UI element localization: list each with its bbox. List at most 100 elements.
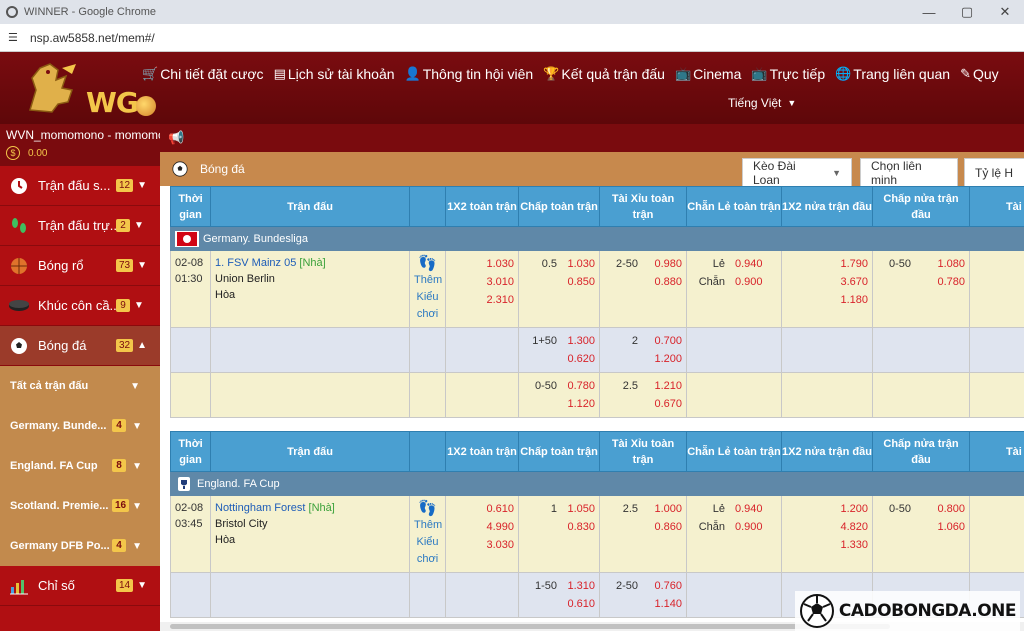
bundesliga-flag-icon: [175, 230, 199, 247]
draw-label: Hòa: [215, 534, 236, 546]
odds-value[interactable]: 0.900: [729, 518, 777, 536]
sport-title: Bóng đá: [172, 161, 245, 177]
more-markets-link[interactable]: 👣 Thêm Kiểu chơi: [409, 250, 446, 328]
select-league-button[interactable]: Chọn liên minh: [860, 158, 958, 187]
odds-table: Thời gian Trận đấu 1X2 toàn trận Chấp to…: [170, 186, 1024, 418]
odds-value[interactable]: 1.330: [786, 536, 868, 554]
odds-value[interactable]: 3.030: [450, 536, 514, 554]
maximize-button[interactable]: ▢: [948, 0, 986, 24]
chevron-down-icon: ▼: [787, 98, 797, 108]
minimize-button[interactable]: —: [910, 0, 948, 24]
odds-value[interactable]: 1.050: [561, 500, 595, 518]
table-header: Thời gian Trận đấu 1X2 toàn trận Chấp to…: [170, 186, 1024, 227]
col-time: Thời gian: [170, 431, 211, 472]
nav-rules[interactable]: ✎ Quy: [960, 66, 999, 82]
league-row[interactable]: Germany. Bundesliga: [170, 226, 1024, 251]
odds-value[interactable]: 3.670: [786, 273, 868, 291]
ratio-select[interactable]: Tỷ lệ H: [964, 158, 1024, 186]
odds-value[interactable]: 1.300: [561, 332, 595, 350]
address-bar[interactable]: ☰ nsp.aw5858.net/mem#/: [0, 24, 1024, 52]
odds-content: Thời gian Trận đấu 1X2 toàn trận Chấp to…: [160, 186, 1024, 622]
chevron-down-icon: ▼: [137, 580, 148, 591]
user-icon: 👤: [404, 66, 421, 81]
scrollbar-thumb[interactable]: [170, 624, 890, 629]
soccer-icon: [172, 161, 188, 177]
sub-item-germany-dfb-pokal[interactable]: Germany DFB Po... 4 ▼: [0, 526, 160, 566]
odds-value[interactable]: 0.800: [915, 500, 965, 518]
odds-value[interactable]: 1.000: [642, 500, 682, 518]
sidebar-item-upcoming[interactable]: Trận đấu s... 12 ▼: [0, 166, 160, 206]
odds-value[interactable]: 0.850: [561, 273, 595, 291]
sub-item-all-matches[interactable]: Tất cả trận đấu ▼: [0, 366, 160, 406]
col-handicap-full: Chấp toàn trận: [518, 186, 600, 227]
odds-value[interactable]: 4.990: [450, 518, 514, 536]
sidebar-item-index[interactable]: Chỉ số 14 ▼: [0, 566, 160, 606]
odds-value[interactable]: 0.760: [642, 577, 682, 595]
odds-value[interactable]: 0.610: [450, 500, 514, 518]
username: WVN_momomono - momomo: [6, 128, 160, 142]
odds-value[interactable]: 1.200: [642, 350, 682, 368]
sidebar-item-hockey[interactable]: Khúc côn cầ... 9 ▼: [0, 286, 160, 326]
url-text[interactable]: nsp.aw5858.net/mem#/: [30, 31, 155, 45]
hockey-icon: [8, 295, 30, 317]
col-1x2-half: 1X2 nửa trận đầu: [781, 186, 873, 227]
odds-value[interactable]: 0.620: [561, 350, 595, 368]
nav-account-history[interactable]: ▤ Lịch sử tài khoản: [274, 66, 395, 82]
league-row[interactable]: England. FA Cup: [170, 471, 1024, 496]
site-logo[interactable]: WG: [20, 58, 160, 119]
nav-cinema[interactable]: 📺 Cinema: [675, 66, 741, 82]
odds-value[interactable]: 1.200: [786, 500, 868, 518]
sidebar-item-soccer[interactable]: Bóng đá 32 ▲: [0, 326, 160, 366]
sub-item-scotland-premiership[interactable]: Scotland. Premie... 16 ▼: [0, 486, 160, 526]
pencil-icon: ✎: [960, 66, 971, 81]
megaphone-icon[interactable]: 📢: [168, 130, 184, 146]
odds-value[interactable]: 2.310: [450, 291, 514, 309]
nav-live[interactable]: 📺 Trực tiếp: [751, 66, 825, 82]
more-markets-link[interactable]: 👣 Thêm Kiểu chơi: [409, 495, 446, 573]
nav-results[interactable]: 🏆 Kết quả trận đấu: [543, 66, 665, 82]
odds-value[interactable]: 3.010: [450, 273, 514, 291]
odds-value[interactable]: 0.940: [729, 500, 777, 518]
odds-value[interactable]: 1.180: [786, 291, 868, 309]
odds-value[interactable]: 0.700: [642, 332, 682, 350]
odds-value[interactable]: 4.820: [786, 518, 868, 536]
odds-value[interactable]: 0.980: [642, 255, 682, 273]
sub-item-germany-bundesliga[interactable]: Germany. Bunde... 4 ▼: [0, 406, 160, 446]
odds-value[interactable]: 1.120: [561, 395, 595, 413]
odds-value[interactable]: 1.310: [561, 577, 595, 595]
odds-value[interactable]: 1.060: [915, 518, 965, 536]
browser-titlebar: WINNER - Google Chrome — ▢ ✕: [0, 0, 1024, 24]
odds-value[interactable]: 1.140: [642, 595, 682, 613]
col-ou-full: Tài Xỉu toàn trận: [599, 186, 687, 227]
sidebar-item-live[interactable]: Trận đấu trự... 2 ▼: [0, 206, 160, 246]
odds-value[interactable]: 0.780: [915, 273, 965, 291]
chevron-down-icon: ▼: [832, 167, 841, 178]
odds-value[interactable]: 0.940: [729, 255, 777, 273]
odds-type-select[interactable]: Kèo Đài Loan ▼: [742, 158, 852, 187]
nav-bet-details[interactable]: 🛒 Chi tiết đặt cược: [142, 66, 264, 82]
sub-item-england-fa-cup[interactable]: England. FA Cup 8 ▼: [0, 446, 160, 486]
odds-value[interactable]: 1.080: [915, 255, 965, 273]
odds-value[interactable]: 1.030: [561, 255, 595, 273]
odds-value[interactable]: 0.830: [561, 518, 595, 536]
odds-value[interactable]: 1.030: [450, 255, 514, 273]
count-badge: 8: [112, 459, 126, 472]
odds-value[interactable]: 0.900: [729, 273, 777, 291]
col-1x2-full: 1X2 toàn trận: [445, 431, 519, 472]
site-header: WG 🛒 Chi tiết đặt cược ▤ Lịch sử tài khoản…: [0, 52, 1024, 124]
odds-value[interactable]: 0.610: [561, 595, 595, 613]
col-ou-half: Tài xỉ: [969, 186, 1024, 227]
odds-value[interactable]: 0.860: [642, 518, 682, 536]
odds-value[interactable]: 0.880: [642, 273, 682, 291]
odds-value[interactable]: 1.790: [786, 255, 868, 273]
site-info-icon[interactable]: ☰: [8, 31, 20, 44]
cart-icon: 🛒: [142, 66, 159, 81]
odds-value[interactable]: 0.670: [642, 395, 682, 413]
nav-member-info[interactable]: 👤 Thông tin hội viên: [405, 66, 534, 82]
language-select[interactable]: Tiếng Việt ▼: [728, 96, 796, 110]
sidebar-item-basketball[interactable]: Bóng rổ 73 ▼: [0, 246, 160, 286]
nav-related[interactable]: 🌐 Trang liên quan: [835, 66, 950, 82]
close-button[interactable]: ✕: [986, 0, 1024, 24]
odds-value[interactable]: 1.210: [642, 377, 682, 395]
odds-value[interactable]: 0.780: [561, 377, 595, 395]
